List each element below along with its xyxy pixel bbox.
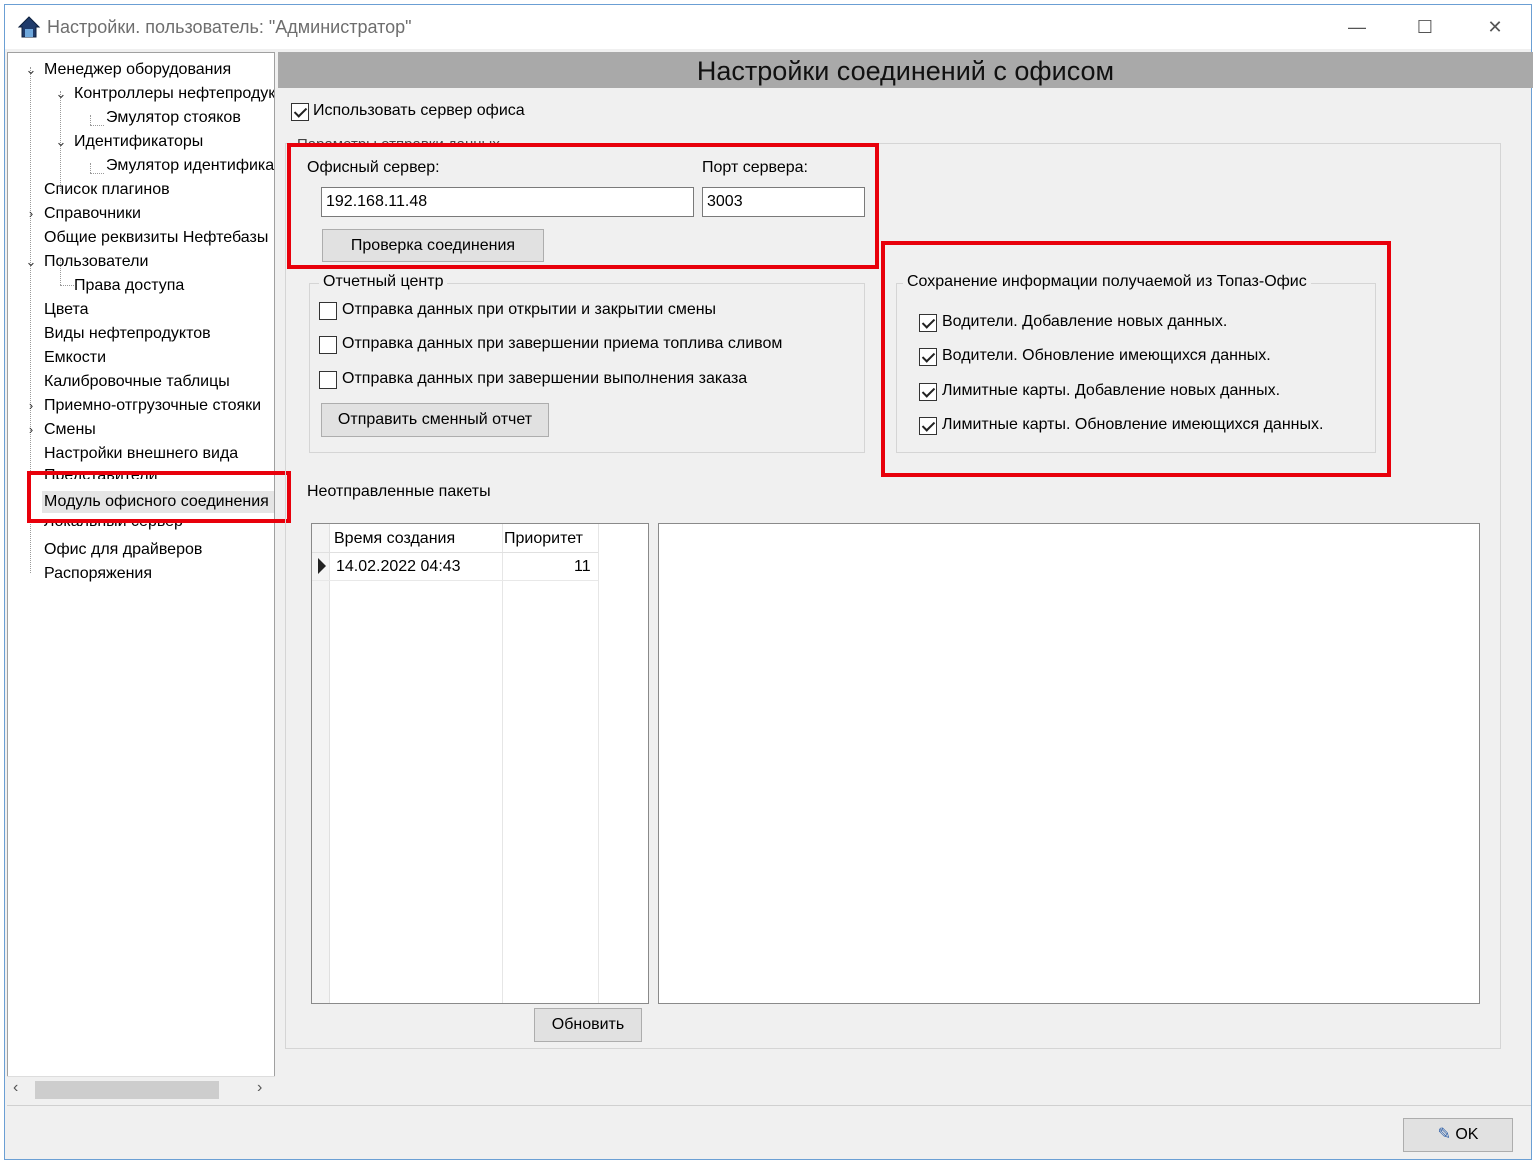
app-house-icon: [17, 16, 41, 38]
title-bar: Настройки. пользователь: "Администратор"…: [5, 5, 1531, 49]
report-center-title: Отчетный центр: [319, 273, 448, 291]
column-header-priority[interactable]: Приоритет: [504, 530, 583, 548]
row-indicator-column: [312, 524, 330, 1003]
current-row-arrow-icon: [318, 558, 326, 574]
tree-item-fuel-controllers[interactable]: Контроллеры нефтепродуктов: [74, 83, 274, 105]
window-title: Настройки. пользователь: "Администратор": [47, 17, 412, 37]
tree-item-dispenser-emulator[interactable]: Эмулятор стояков: [106, 107, 241, 129]
tree-horizontal-scrollbar[interactable]: ‹ ›: [7, 1076, 275, 1102]
ok-button-label: OK: [1455, 1126, 1479, 1143]
expand-chevron-icon[interactable]: ›: [24, 419, 38, 441]
expand-chevron-icon[interactable]: ›: [24, 203, 38, 225]
scroll-left-icon[interactable]: ‹: [13, 1079, 18, 1097]
collapse-chevron-icon[interactable]: ⌄: [54, 131, 68, 153]
tree-item-shifts[interactable]: Смены: [44, 419, 96, 441]
tree-line: [60, 285, 74, 286]
collapse-chevron-icon[interactable]: ⌄: [24, 251, 38, 273]
column-divider: [502, 524, 503, 1003]
send-on-order-label: Отправка данных при завершении выполнени…: [342, 370, 748, 387]
send-shift-report-button[interactable]: Отправить сменный отчет: [321, 403, 549, 437]
close-icon: ✕: [1487, 16, 1503, 37]
tree-item-identifier-emulator[interactable]: Эмулятор идентификаторов: [106, 155, 274, 177]
unsent-packets-title: Неотправленные пакеты: [307, 483, 491, 500]
tree-item-references[interactable]: Справочники: [44, 203, 141, 225]
tree-item-fuel-types[interactable]: Виды нефтепродуктов: [44, 323, 211, 345]
use-office-server-checkbox[interactable]: [291, 103, 309, 121]
send-on-drain-label: Отправка данных при завершении приема то…: [342, 335, 783, 352]
page-title: Настройки соединений с офисом: [278, 52, 1533, 88]
tree-line: [90, 115, 91, 125]
tree-line: [90, 163, 91, 173]
tree-item-loading-racks[interactable]: Приемно-отгрузочные стояки: [44, 395, 261, 417]
ok-button[interactable]: ✎ OK: [1403, 1118, 1513, 1152]
use-office-server-label: Использовать сервер офиса: [313, 102, 525, 119]
expand-chevron-icon[interactable]: ›: [24, 395, 38, 417]
tree-item-orders[interactable]: Распоряжения: [44, 563, 152, 585]
tree-line: [90, 173, 104, 174]
collapse-chevron-icon[interactable]: ⌄: [24, 59, 38, 81]
check-pen-icon: ✎: [1437, 1126, 1451, 1143]
tree-line: [90, 125, 104, 126]
send-on-order-checkbox[interactable]: [319, 371, 337, 389]
tree-item-plugins[interactable]: Список плагинов: [44, 179, 170, 201]
highlight-frame: [287, 143, 879, 269]
tree-item-access-rights[interactable]: Права доступа: [74, 275, 184, 297]
row-divider: [312, 580, 598, 581]
tree-item-calibration-tables[interactable]: Калибровочные таблицы: [44, 371, 230, 393]
highlight-frame: [881, 241, 1391, 477]
tree-item-users[interactable]: Пользователи: [44, 251, 148, 273]
tree-item-identifiers[interactable]: Идентификаторы: [74, 131, 203, 153]
send-on-drain-checkbox[interactable]: [319, 336, 337, 354]
column-divider: [598, 524, 599, 1003]
tree-item-appearance[interactable]: Настройки внешнего вида: [44, 443, 238, 465]
minimize-icon: —: [1348, 16, 1366, 37]
tree-item-tanks[interactable]: Емкости: [44, 347, 106, 369]
tree-item-driver-office[interactable]: Офис для драйверов: [44, 539, 202, 561]
packet-priority-cell[interactable]: 11: [574, 558, 591, 576]
unsent-packets-grid[interactable]: Время создания Приоритет 14.02.2022 04:4…: [311, 523, 649, 1004]
packet-details-memo[interactable]: [658, 523, 1480, 1004]
highlight-frame: [27, 471, 291, 523]
send-on-shift-checkbox[interactable]: [319, 302, 337, 320]
minimize-button[interactable]: —: [1325, 5, 1389, 49]
settings-window: Настройки. пользователь: "Администратор"…: [4, 4, 1533, 1160]
close-button[interactable]: ✕: [1463, 5, 1527, 49]
scroll-right-icon[interactable]: ›: [257, 1079, 262, 1097]
maximize-button[interactable]: ☐: [1393, 5, 1457, 49]
maximize-icon: ☐: [1416, 16, 1434, 37]
column-header-created[interactable]: Время создания: [334, 530, 455, 548]
tree-item-oil-depot-details[interactable]: Общие реквизиты Нефтебазы: [44, 227, 268, 249]
collapse-chevron-icon[interactable]: ⌄: [54, 83, 68, 105]
tree-item-colors[interactable]: Цвета: [44, 299, 89, 321]
send-on-shift-label: Отправка данных при открытии и закрытии …: [342, 301, 717, 318]
header-divider: [312, 552, 598, 553]
refresh-button[interactable]: Обновить: [534, 1008, 642, 1042]
settings-tree[interactable]: ⌄ Менеджер оборудования ⌄ Контроллеры не…: [7, 52, 275, 1102]
dialog-footer: ✎ OK: [7, 1105, 1531, 1159]
tree-item-equipment-manager[interactable]: Менеджер оборудования: [44, 59, 231, 81]
scroll-thumb[interactable]: [35, 1081, 219, 1099]
packet-created-cell[interactable]: 14.02.2022 04:43: [336, 558, 461, 576]
